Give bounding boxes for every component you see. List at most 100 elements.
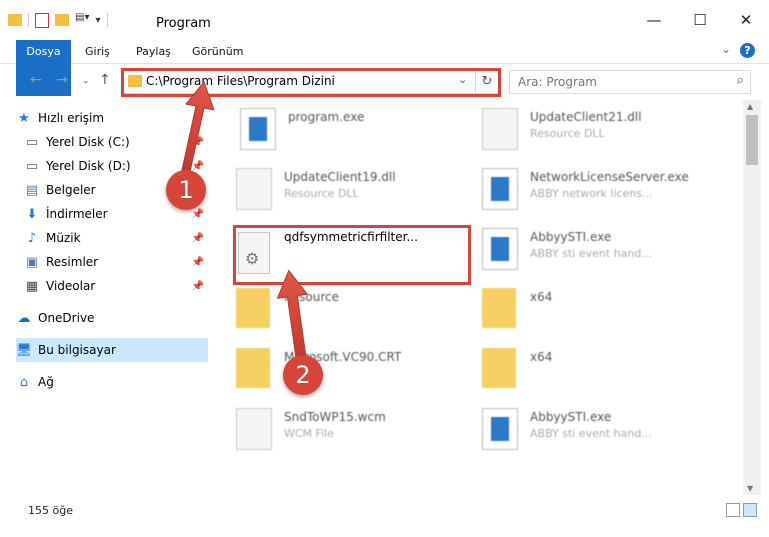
help-icon[interactable]: ? (740, 43, 755, 58)
new-folder-icon[interactable] (55, 14, 69, 26)
nav-item-label: Hızlı erişim (38, 111, 105, 125)
vertical-scrollbar[interactable]: ▲ ▼ (743, 100, 761, 495)
pin-icon[interactable]: 📌 (192, 161, 204, 172)
maximize-button[interactable]: ☐ (677, 0, 723, 40)
forward-button[interactable]: → (56, 72, 68, 88)
nav-item-label: Belgeler (46, 183, 96, 197)
document-icon (236, 408, 272, 450)
quick-access-toolbar: ▤▾ ▾ (8, 12, 108, 28)
nav-item-label: OneDrive (38, 311, 95, 325)
drive-icon: ▭ (25, 158, 39, 174)
cloud-icon: ☁ (17, 310, 31, 326)
address-highlight-box (121, 68, 501, 97)
folder-icon (236, 288, 270, 328)
dll-icon (236, 168, 272, 210)
exe-icon (482, 408, 518, 450)
file-item[interactable]: UpdateClient19.dll Resource DLL (236, 166, 476, 222)
divider (106, 13, 108, 27)
file-item[interactable]: NetworkLicenseServer.exe ABBY network li… (482, 166, 722, 222)
tab-share[interactable]: Paylaş (136, 40, 171, 63)
up-button[interactable]: ↑ (99, 72, 111, 88)
back-button[interactable]: ← (30, 72, 42, 88)
file-name: program.exe (288, 110, 365, 124)
scroll-thumb[interactable] (746, 115, 758, 165)
file-description: ABBY sti event hand... (530, 427, 652, 440)
search-icon[interactable]: ⌕ (737, 73, 744, 88)
download-icon: ⬇ (26, 206, 38, 222)
pictures-icon: ▣ (25, 254, 39, 270)
tab-home[interactable]: Giriş (85, 40, 110, 63)
nav-item-label: Ağ (38, 375, 54, 389)
folder-name: Resource (284, 290, 340, 304)
minimize-button[interactable]: — (631, 0, 677, 40)
file-item[interactable]: SndToWP15.wcm WCM File (236, 406, 476, 462)
details-view-icon[interactable] (726, 503, 740, 517)
step-1-badge: 1 (166, 170, 206, 210)
folder-item[interactable]: x64 (482, 346, 722, 402)
nav-item-label: Müzik (46, 231, 81, 245)
scroll-down-icon[interactable]: ▼ (747, 484, 753, 493)
folder-icon (482, 348, 516, 388)
recent-locations-button[interactable]: ⌄ (82, 76, 90, 86)
search-input[interactable] (516, 74, 720, 90)
network-icon: ⌂ (19, 374, 29, 390)
close-button[interactable]: ✕ (723, 0, 769, 40)
scroll-up-icon[interactable]: ▲ (747, 102, 753, 111)
dll-icon (482, 108, 518, 150)
file-highlight-box (233, 225, 471, 285)
file-item[interactable]: program.exe (240, 106, 480, 162)
nav-item-quick-access[interactable]: ★ Hızlı erişim (16, 106, 208, 130)
file-name: AbbyySTI.exe (530, 230, 612, 244)
pin-icon[interactable]: 📌 (192, 137, 204, 148)
customize-toolbar-icon[interactable]: ▤▾ (75, 12, 89, 28)
file-name: UpdateClient21.dll (530, 110, 642, 124)
file-item[interactable]: UpdateClient21.dll Resource DLL (482, 106, 722, 162)
tab-view[interactable]: Görünüm (192, 40, 243, 63)
videos-icon: ▦ (25, 278, 39, 294)
folder-icon (482, 288, 516, 328)
dropdown-icon[interactable]: ▾ (95, 15, 100, 26)
properties-icon[interactable] (35, 12, 49, 28)
nav-item-label: Yerel Disk (D:) (46, 159, 131, 173)
nav-item-this-pc[interactable]: 🖥 Bu bilgisayar (16, 338, 208, 362)
folder-name: x64 (530, 290, 553, 304)
pin-icon[interactable]: 📌 (192, 257, 204, 268)
file-name: SndToWP15.wcm (284, 410, 386, 424)
large-icons-view-icon[interactable] (743, 503, 757, 517)
nav-item-label: Videolar (46, 279, 96, 293)
file-list: program.exe UpdateClient21.dll Resource … (212, 100, 742, 495)
pin-icon[interactable]: 📌 (192, 281, 204, 292)
nav-item-pictures[interactable]: ▣ Resimler 📌 (24, 250, 208, 274)
ribbon: Dosya Giriş Paylaş Görünüm ⌄ ? (0, 40, 769, 96)
nav-item-label: İndirmeler (46, 207, 108, 221)
nav-item-label: Resimler (46, 255, 99, 269)
search-box[interactable]: ⌕ (509, 70, 751, 94)
window-title: Program (156, 16, 211, 31)
file-description: Resource DLL (530, 127, 605, 140)
step-2-badge: 2 (283, 355, 323, 395)
folder-item[interactable]: Microsoft.VC90.CRT (236, 346, 476, 402)
computer-icon: 🖥 (15, 342, 33, 358)
folder-item[interactable]: Resource (236, 286, 476, 342)
nav-item-onedrive[interactable]: ☁ OneDrive (16, 306, 208, 330)
pin-icon[interactable]: 📌 (192, 233, 204, 244)
file-item[interactable]: AbbyySTI.exe ABBY sti event hand... (482, 226, 722, 282)
ribbon-expand-icon[interactable]: ⌄ (721, 42, 731, 56)
nav-item-music[interactable]: ♪ Müzik 📌 (24, 226, 208, 250)
nav-item-label: Bu bilgisayar (38, 343, 116, 357)
drive-icon: ▭ (25, 134, 39, 150)
pin-icon[interactable]: 📌 (192, 209, 204, 220)
nav-item-network[interactable]: ⌂ Ağ (16, 370, 208, 394)
folder-item[interactable]: x64 (482, 286, 722, 342)
navigation-pane: ★ Hızlı erişim ▭ Yerel Disk (C:) 📌 ▭ Yer… (0, 100, 210, 495)
divider (28, 13, 29, 27)
nav-item-label: Yerel Disk (C:) (46, 135, 130, 149)
view-switcher (726, 503, 757, 517)
file-description: ABBY sti event hand... (530, 247, 652, 260)
file-item[interactable]: AbbyySTI.exe ABBY sti event hand... (482, 406, 722, 462)
file-name: UpdateClient19.dll (284, 170, 396, 184)
nav-item-videos[interactable]: ▦ Videolar 📌 (24, 274, 208, 298)
file-name: NetworkLicenseServer.exe (530, 170, 689, 184)
music-icon: ♪ (27, 230, 37, 246)
nav-item-local-disk-c[interactable]: ▭ Yerel Disk (C:) 📌 (24, 130, 208, 154)
